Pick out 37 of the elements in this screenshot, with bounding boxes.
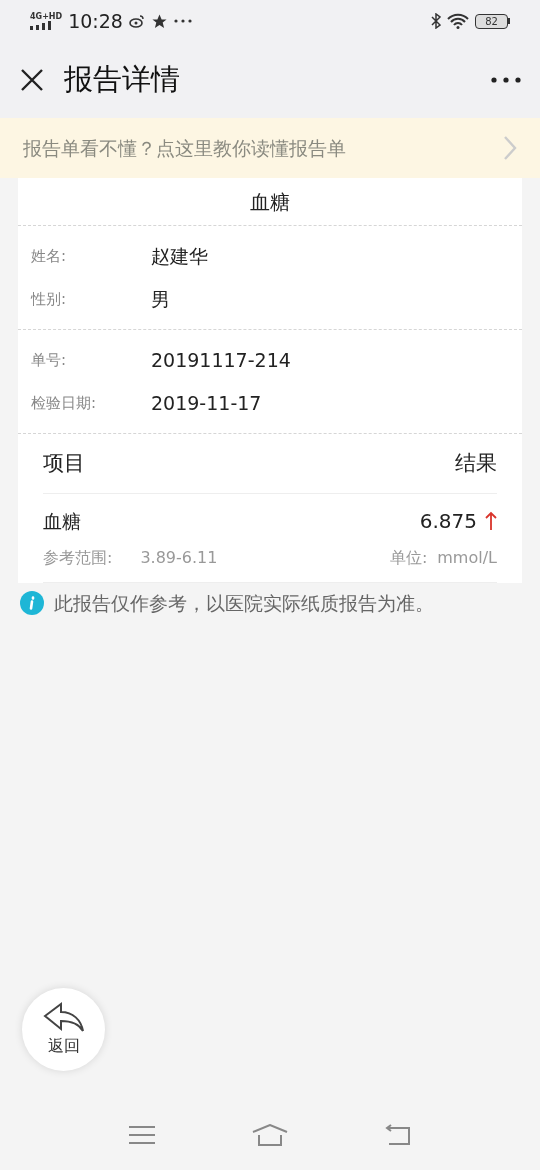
unit-value: mmol/L: [437, 547, 497, 569]
field-label: 单号:: [31, 350, 68, 371]
result-value: 6.875: [419, 508, 477, 535]
field-value: 男: [151, 286, 170, 312]
close-icon: [20, 68, 44, 92]
field-value: 2019-11-17: [151, 390, 262, 416]
chevron-right-icon: [503, 135, 517, 161]
field-value: 赵建华: [151, 244, 208, 269]
range-value: 3.89-6.11: [140, 547, 218, 569]
wifi-icon: [447, 13, 469, 29]
back-float-button[interactable]: 返回: [22, 988, 105, 1071]
disclaimer-text: 此报告仅作参考，以医院实际纸质报告为准。: [54, 591, 434, 616]
test-name: 血糖: [43, 508, 81, 534]
reply-arrow-icon: [42, 1001, 85, 1032]
unit-label: 单位:: [389, 547, 428, 569]
signal-icon: [30, 20, 52, 30]
report-title: 血糖: [250, 188, 290, 216]
field-label: 性别:: [31, 288, 68, 310]
clock: 10:28: [68, 8, 123, 34]
field-value: 20191117-214: [151, 348, 291, 373]
field-label: 姓名:: [31, 246, 68, 267]
field-label: 检验日期:: [31, 392, 98, 414]
more-icon: [173, 19, 192, 23]
info-icon: [20, 591, 44, 616]
more-icon: [491, 77, 521, 83]
eye-icon: [128, 14, 145, 28]
star-icon: [150, 12, 168, 30]
back-icon[interactable]: [385, 1124, 412, 1146]
network-label: 4G+HD: [30, 12, 63, 21]
page-title: 报告详情: [64, 61, 181, 99]
battery-icon: 82: [475, 13, 510, 29]
range-label: 参考范围:: [43, 547, 113, 569]
home-icon[interactable]: [252, 1124, 288, 1146]
column-header: 结果: [455, 449, 497, 477]
menu-icon[interactable]: [128, 1125, 155, 1145]
bluetooth-icon: [431, 13, 441, 29]
column-header: 项目: [43, 449, 85, 477]
